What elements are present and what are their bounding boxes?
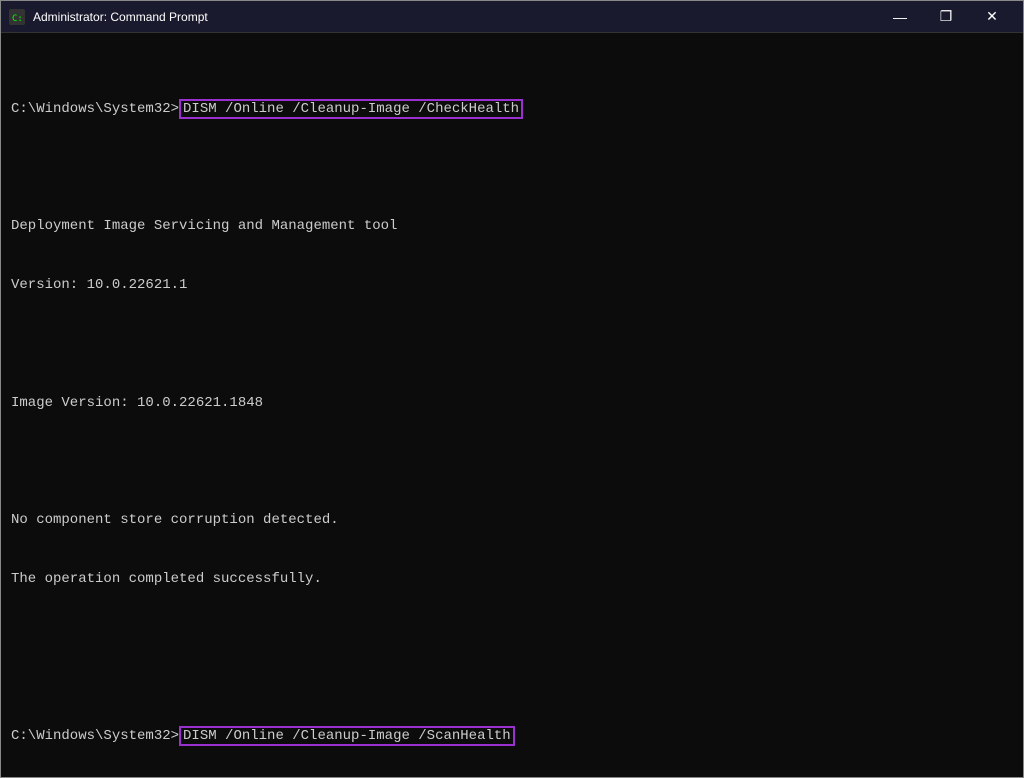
maximize-button[interactable]: ❐ [923,1,969,33]
output-line-5: The operation completed successfully. [11,570,1013,590]
titlebar: C: Administrator: Command Prompt — ❐ ✕ [1,1,1023,33]
blank-4 [11,629,1013,649]
command-line-1: C:\Windows\System32>DISM /Online /Cleanu… [11,100,1013,120]
command-checkhealth: DISM /Online /Cleanup-Image /CheckHealth [179,99,523,119]
app-icon: C: [9,9,25,25]
output-line-4: No component store corruption detected. [11,511,1013,531]
blank-2 [11,335,1013,355]
svg-text:C:: C: [12,14,23,24]
blank-1 [11,159,1013,179]
window-controls: — ❐ ✕ [877,1,1015,33]
console-output: C:\Windows\System32>DISM /Online /Cleanu… [1,33,1023,777]
window-title: Administrator: Command Prompt [33,10,877,24]
command-line-2: C:\Windows\System32>DISM /Online /Cleanu… [11,727,1013,747]
window: C: Administrator: Command Prompt — ❐ ✕ C… [0,0,1024,778]
output-line-2: Version: 10.0.22621.1 [11,276,1013,296]
minimize-button[interactable]: — [877,1,923,33]
close-button[interactable]: ✕ [969,1,1015,33]
command-scanhealth: DISM /Online /Cleanup-Image /ScanHealth [179,726,515,746]
prompt-2: C:\Windows\System32> [11,728,179,744]
prompt-1: C:\Windows\System32> [11,101,179,117]
output-line-1: Deployment Image Servicing and Managemen… [11,217,1013,237]
blank-3 [11,452,1013,472]
output-line-3: Image Version: 10.0.22621.1848 [11,394,1013,414]
